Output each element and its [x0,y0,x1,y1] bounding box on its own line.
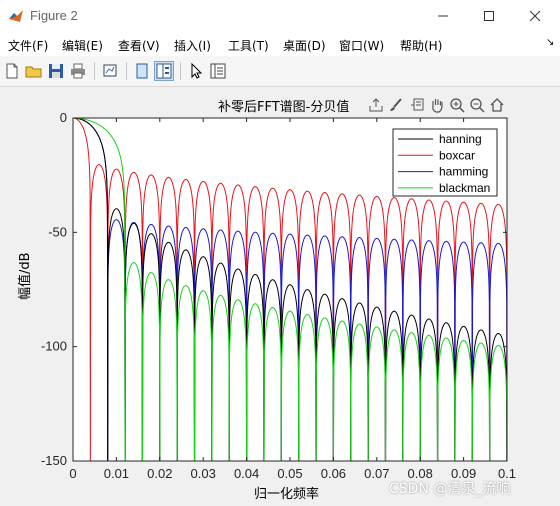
x-tick-label: 0 [69,466,76,481]
x-tick-label: 0.04 [234,466,259,481]
x-tick-label: 0.03 [191,466,216,481]
y-tick-label: 0 [60,110,67,125]
x-tick-label: 0.07 [364,466,389,481]
chart-title: 补零后FFT谱图-分贝值 [218,100,350,115]
legend-label-hanning: hanning [439,132,482,146]
x-tick-label: 0.01 [104,466,129,481]
y-tick-label: -100 [41,339,67,354]
x-tick-label: 0.06 [321,466,346,481]
legend-label-blackman: blackman [439,181,490,195]
x-tick-label: 0.02 [147,466,172,481]
legend-label-hamming: hamming [439,165,488,179]
legend-label-boxcar: boxcar [439,148,475,162]
x-tick-label: 0.05 [277,466,302,481]
export-icon[interactable] [368,97,384,113]
brush-icon[interactable] [388,97,404,113]
fft-chart: 0 0.01 0.02 0.03 0.04 0.05 0.06 0.07 0.08 0.09 0.1… [41,110,516,481]
zoom-out-icon[interactable] [469,97,485,113]
y-axis-label: 幅值/dB [18,252,33,300]
pan-icon[interactable] [429,97,445,113]
zoom-in-icon[interactable] [449,97,465,113]
datatip-icon[interactable] [409,97,425,113]
home-icon[interactable] [489,97,505,113]
y-tick-label: -150 [41,453,67,468]
y-tick-label: -50 [48,224,67,239]
watermark: CSDN @清泉_流响 [389,481,511,497]
x-axis-label: 归一化频率 [254,487,320,502]
